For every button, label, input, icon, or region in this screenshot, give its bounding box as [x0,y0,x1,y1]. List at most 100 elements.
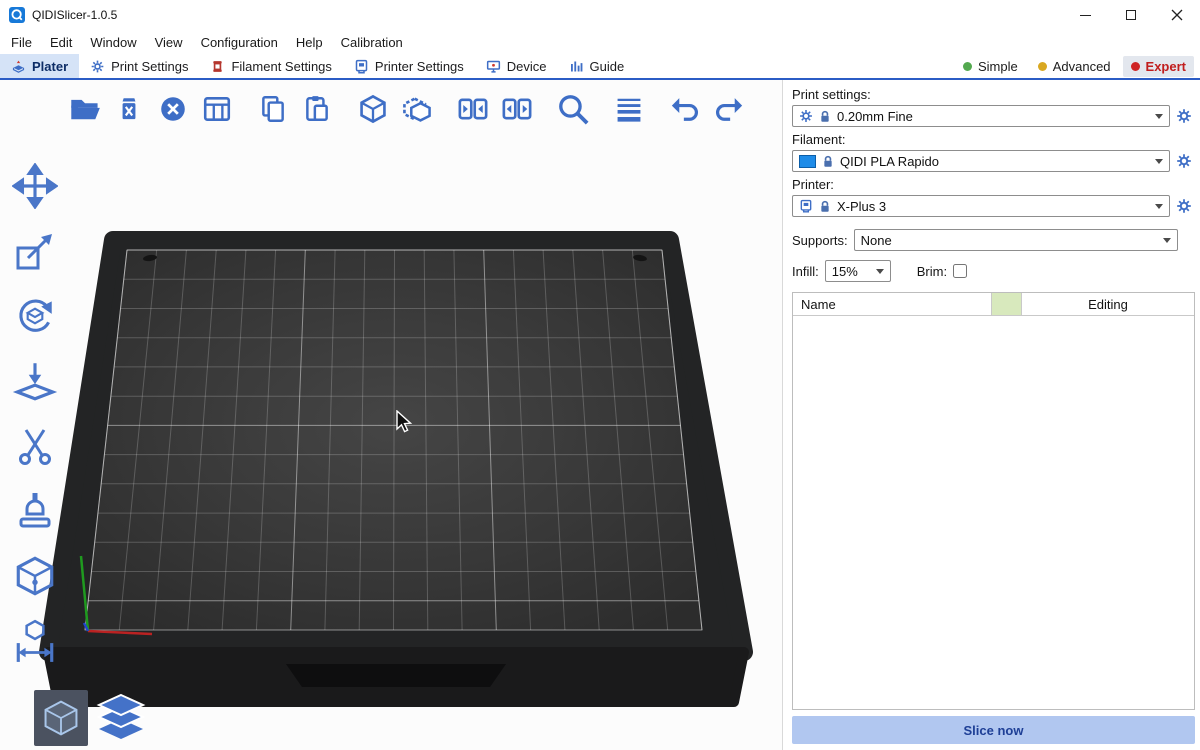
move-icon [12,163,58,209]
chevron-down-icon [1155,114,1163,119]
gear-icon [799,109,813,123]
printer-icon [799,199,813,213]
minimize-button[interactable] [1062,0,1108,30]
supports-label: Supports: [792,233,848,248]
infill-label: Infill: [792,264,819,279]
print-settings-icon [90,59,105,74]
slice-now-button[interactable]: Slice now [792,716,1195,744]
tab-guide[interactable]: Guide [558,54,636,78]
lock-icon [819,110,831,123]
supports-combo[interactable]: None [854,229,1178,251]
maximize-button[interactable] [1108,0,1154,30]
print-settings-gear-button[interactable] [1173,105,1195,127]
scale-button[interactable] [7,225,63,277]
rotate-button[interactable] [7,290,63,342]
lock-icon [819,200,831,213]
view-mode-toolbar [34,690,148,746]
open-button[interactable] [64,88,105,129]
menu-file[interactable]: File [2,32,41,53]
print-settings-combo[interactable]: 0.20mm Fine [792,105,1170,127]
tab-label: Device [507,59,547,74]
cut-button[interactable] [7,420,63,472]
split-parts-button[interactable] [496,88,537,129]
measure-button[interactable] [7,615,63,667]
variable-layer-height-button[interactable] [608,88,649,129]
app-logo-icon [9,7,25,23]
printer-settings-icon [354,59,369,74]
filament-combo[interactable]: QIDI PLA Rapido [792,150,1170,172]
menubar: File Edit Window View Configuration Help… [0,30,1200,54]
plater-toolbar [64,88,749,129]
tab-label: Plater [32,59,68,74]
move-button[interactable] [7,160,63,212]
delete-all-button[interactable] [152,88,193,129]
printer-label: Printer: [792,177,1195,192]
filament-settings-icon [210,59,225,74]
object-list[interactable]: Name Editing [792,292,1195,710]
remove-instance-icon [401,93,433,125]
split-objects-button[interactable] [452,88,493,129]
tab-label: Filament Settings [231,59,331,74]
3d-editor-view-button[interactable] [34,690,88,746]
split-parts-icon [501,93,533,125]
undo-button[interactable] [664,88,705,129]
infill-combo[interactable]: 15% [825,260,891,282]
search-button[interactable] [552,88,593,129]
preview-layers-view-button[interactable] [94,690,148,746]
printer-combo[interactable]: X-Plus 3 [792,195,1170,217]
paste-button[interactable] [296,88,337,129]
add-instance-icon [357,93,389,125]
mode-expert[interactable]: Expert [1123,56,1194,77]
add-instance-button[interactable] [352,88,393,129]
seam-button[interactable] [7,550,63,602]
tab-filament-settings[interactable]: Filament Settings [199,54,342,78]
remove-instance-button[interactable] [396,88,437,129]
arrange-button[interactable] [196,88,237,129]
print-settings-value: 0.20mm Fine [837,109,913,124]
mode-advanced[interactable]: Advanced [1030,56,1119,77]
print-bed-canvas[interactable] [0,80,783,750]
split-objects-icon [457,93,489,125]
column-editing[interactable]: Editing [1022,293,1194,315]
tab-print-settings[interactable]: Print Settings [79,54,199,78]
mode-label: Simple [978,59,1018,74]
filament-gear-button[interactable] [1173,150,1195,172]
scale-icon [13,229,57,273]
gizmo-toolbar [7,160,63,667]
filament-value: QIDI PLA Rapido [840,154,939,169]
filament-label: Filament: [792,132,1195,147]
delete-icon [114,94,144,124]
printer-gear-button[interactable] [1173,195,1195,217]
infill-value: 15% [832,264,858,279]
brim-checkbox[interactable] [953,264,967,278]
printer-value: X-Plus 3 [837,199,886,214]
maximize-icon [1126,10,1136,20]
mode-simple[interactable]: Simple [955,56,1026,77]
tab-printer-settings[interactable]: Printer Settings [343,54,475,78]
tab-device[interactable]: Device [475,54,558,78]
open-folder-icon [69,93,101,125]
menu-configuration[interactable]: Configuration [192,32,287,53]
object-list-body[interactable] [793,316,1194,709]
3d-viewport[interactable] [0,80,783,750]
paint-supports-icon [13,489,57,533]
menu-view[interactable]: View [146,32,192,53]
redo-button[interactable] [708,88,749,129]
tab-label: Guide [590,59,625,74]
paint-supports-button[interactable] [7,485,63,537]
tab-plater[interactable]: Plater [0,54,79,78]
gear-icon [1176,198,1192,214]
menu-help[interactable]: Help [287,32,332,53]
app-window: QIDISlicer-1.0.5 File Edit Window View C… [0,0,1200,750]
plater-icon [11,59,26,74]
menu-calibration[interactable]: Calibration [332,32,412,53]
column-extruder[interactable] [992,293,1022,315]
delete-button[interactable] [108,88,149,129]
column-name[interactable]: Name [793,293,992,315]
copy-button[interactable] [252,88,293,129]
close-button[interactable] [1154,0,1200,30]
menu-window[interactable]: Window [81,32,145,53]
place-on-face-button[interactable] [7,355,63,407]
minimize-icon [1080,15,1091,16]
menu-edit[interactable]: Edit [41,32,81,53]
